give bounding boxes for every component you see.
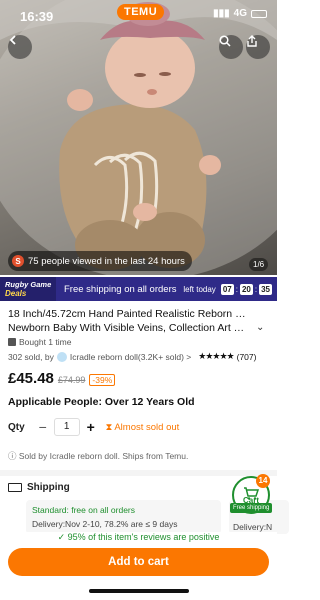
section-divider xyxy=(0,470,277,476)
rating-count[interactable]: (707) xyxy=(237,352,257,362)
status-icons: ▮▮▮ 4G xyxy=(213,8,267,19)
hourglass-icon: ⧗ xyxy=(105,421,113,433)
search-button[interactable] xyxy=(219,35,243,59)
image-pager: 1/6 xyxy=(249,258,269,271)
share-icon xyxy=(247,35,257,47)
home-indicator xyxy=(89,589,189,593)
current-price: £45.48 xyxy=(8,370,54,387)
deals-logo-line1: Rugby Game xyxy=(5,280,52,289)
shipping-standard-text: Standard: free on all orders xyxy=(32,505,136,515)
signal-icon: ▮▮▮ xyxy=(213,8,230,19)
sold-row: 302 sold, by Icradle reborn doll(3.2K+ s… xyxy=(8,351,270,362)
sold-count: 302 sold, by xyxy=(8,351,54,362)
deals-banner[interactable]: Rugby Game Deals Free shipping on all or… xyxy=(0,277,277,301)
applicable-people: Applicable People: Over 12 Years Old xyxy=(8,396,195,408)
price-row: £45.48 £74.99 -39% xyxy=(8,370,116,387)
free-shipping-tag: Free shipping xyxy=(230,503,273,513)
original-price: £74.99 xyxy=(57,375,86,385)
timer-hours: 07 xyxy=(220,283,234,295)
product-title-line2: Newborn Baby With Visible Veins, Collect… xyxy=(8,322,248,334)
timer-label: left today xyxy=(183,284,216,294)
status-time: 16:39 xyxy=(20,9,54,24)
product-title[interactable]: 18 Inch/45.72cm Hand Painted Realistic R… xyxy=(8,307,248,335)
shipping-option-standard[interactable]: Standard: free on all orders Delivery:No… xyxy=(26,500,221,534)
chevron-down-icon[interactable]: ⌄ xyxy=(256,322,264,333)
rating-stars[interactable]: ★★★★★ xyxy=(198,351,234,362)
deals-logo: Rugby Game Deals xyxy=(0,277,56,301)
cart-icon xyxy=(244,487,259,500)
shipping-heading[interactable]: Shipping xyxy=(8,482,70,493)
qty-label: Qty xyxy=(8,421,25,433)
viewed-text: 75 people viewed in the last 24 hours xyxy=(28,255,185,267)
bought-text: Bought 1 time xyxy=(19,337,72,347)
shipping-delivery-text: Delivery:Nov 2-10, 78.2% are ≤ 9 days xyxy=(32,519,178,529)
search-icon xyxy=(219,35,231,47)
store-link[interactable]: Icradle reborn doll(3.2K+ sold) > xyxy=(70,352,191,362)
bought-info: Bought 1 time xyxy=(8,337,71,347)
viewed-icon: S xyxy=(12,255,24,267)
cart-count-badge: 14 xyxy=(256,474,270,488)
countdown-timer: left today 07: 20: 35 xyxy=(183,283,272,295)
viewed-badge: S 75 people viewed in the last 24 hours xyxy=(8,251,192,271)
check-icon: ✓ xyxy=(57,532,66,542)
shipping-title: Shipping xyxy=(27,482,70,493)
share-button[interactable] xyxy=(246,35,270,59)
battery-icon xyxy=(251,9,267,18)
store-icon xyxy=(56,351,67,362)
almost-sold-out: ⧗ Almost sold out xyxy=(106,422,180,433)
shipping-delivery2-text: Delivery:N xyxy=(233,522,273,532)
sold-by-info[interactable]: ⓘ Sold by Icradle reborn doll. Ships fro… xyxy=(8,450,188,462)
deals-text: Free shipping on all orders xyxy=(64,283,177,295)
add-to-cart-button[interactable]: Add to cart xyxy=(8,548,269,576)
temu-logo: TEMU xyxy=(117,4,165,20)
shopping-bag-icon xyxy=(8,338,16,346)
qty-input[interactable]: 1 xyxy=(53,418,80,436)
product-image[interactable]: 16:39 ▮▮▮ 4G TEMU S 75 people viewed in … xyxy=(0,0,277,275)
truck-icon xyxy=(8,483,22,492)
sold-by-text: Sold by Icradle reborn doll. Ships from … xyxy=(18,451,189,461)
quantity-row: Qty − 1 + ⧗ Almost sold out xyxy=(8,418,179,436)
discount-badge: -39% xyxy=(89,374,116,386)
chevron-left-icon xyxy=(9,35,16,45)
info-icon: ⓘ xyxy=(8,451,17,461)
reviews-summary: ✓ 95% of this item's reviews are positiv… xyxy=(0,532,277,546)
qty-increase-button[interactable]: + xyxy=(82,418,100,436)
network-label: 4G xyxy=(233,8,247,19)
qty-decrease-button[interactable]: − xyxy=(34,418,52,436)
timer-minutes: 20 xyxy=(239,283,253,295)
timer-seconds: 35 xyxy=(259,283,272,295)
back-button[interactable] xyxy=(8,35,32,59)
reviews-text: 95% of this item's reviews are positive xyxy=(67,532,220,542)
deals-logo-line2: Deals xyxy=(5,289,27,298)
product-title-line1: 18 Inch/45.72cm Hand Painted Realistic R… xyxy=(8,308,248,320)
almost-sold-text: Almost sold out xyxy=(114,421,180,433)
